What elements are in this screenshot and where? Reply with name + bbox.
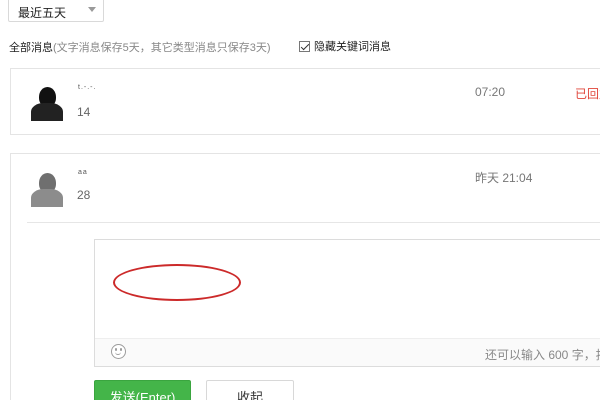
hide-keyword-label: 隐藏关键词消息 bbox=[314, 41, 391, 53]
char-remaining: 还可以输入 600 字，按 bbox=[485, 348, 600, 362]
message-time: 昨天 21:04 bbox=[475, 171, 533, 185]
chevron-down-icon bbox=[88, 7, 96, 12]
message-filter-bar: 全部消息(文字消息保存5天，其它类型消息只保存3天) bbox=[9, 39, 271, 55]
message-item: t.-.-. 14 07:20 已回复 bbox=[10, 68, 600, 135]
checkbox-icon[interactable] bbox=[299, 40, 310, 52]
message-count: 28 bbox=[77, 188, 91, 202]
nickname[interactable]: aa bbox=[78, 169, 88, 176]
date-range-select[interactable]: 最近五天 bbox=[8, 0, 104, 22]
send-button[interactable]: 发送(Enter) bbox=[94, 380, 191, 400]
message-item: aa 28 昨天 21:04 还可以输入 600 字，按 发送(Enter) 收… bbox=[10, 153, 600, 400]
reply-toolbar: 还可以输入 600 字，按 bbox=[95, 338, 600, 366]
avatar[interactable] bbox=[27, 167, 67, 207]
hide-keyword-toggle[interactable]: 隐藏关键词消息 bbox=[299, 38, 391, 54]
message-time: 07:20 bbox=[475, 85, 506, 99]
retention-note: (文字消息保存5天，其它类型消息只保存3天) bbox=[53, 42, 271, 54]
smiley-icon[interactable] bbox=[111, 344, 126, 359]
divider bbox=[27, 222, 600, 223]
reply-status: 已回复 bbox=[575, 87, 600, 101]
all-messages-title: 全部消息 bbox=[9, 42, 53, 54]
reply-input[interactable] bbox=[95, 240, 600, 340]
collapse-button[interactable]: 收起 bbox=[206, 380, 294, 400]
reply-editor: 还可以输入 600 字，按 bbox=[94, 239, 600, 367]
nickname[interactable]: t.-.-. bbox=[78, 84, 96, 91]
avatar[interactable] bbox=[27, 81, 67, 121]
message-count: 14 bbox=[77, 105, 91, 119]
date-range-label: 最近五天 bbox=[18, 6, 67, 20]
